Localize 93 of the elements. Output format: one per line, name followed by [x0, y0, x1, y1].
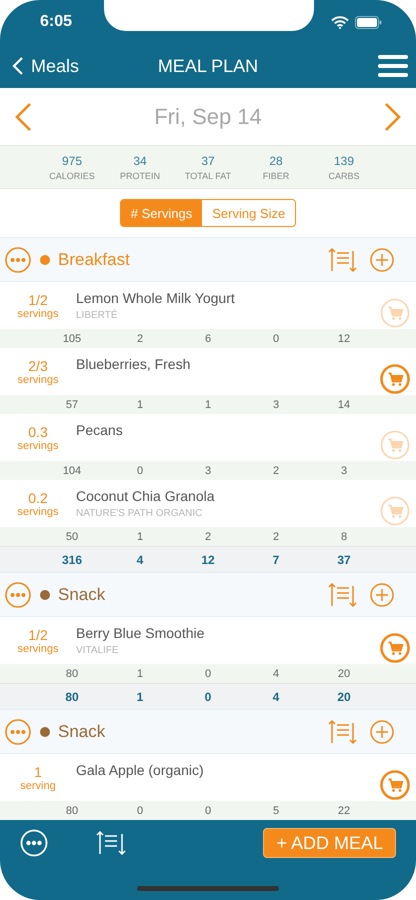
previous-day-icon[interactable] — [14, 102, 32, 132]
nutrient-value: 4 — [272, 668, 280, 680]
summary-value: 139 — [334, 154, 354, 168]
nutrient-value: 6 — [204, 332, 212, 344]
menu-icon[interactable] — [378, 55, 408, 77]
food-name: Gala Apple (organic) — [76, 762, 205, 778]
nutrient-value: 50 — [64, 530, 80, 542]
food-name: Lemon Whole Milk Yogurt — [76, 290, 236, 306]
nutrient-value: 2 — [204, 530, 212, 542]
back-button[interactable]: Meals — [8, 56, 84, 76]
nutrient-value: 0 — [136, 464, 144, 476]
add-meal-button[interactable]: + ADD MEAL — [263, 828, 396, 858]
food-brand: VITALIFE — [76, 645, 120, 656]
meal-total-value: 37 — [336, 552, 352, 566]
nutrient-value: 1 — [136, 530, 144, 542]
back-chevron-icon — [12, 56, 24, 76]
add-icon[interactable] — [370, 582, 394, 606]
serving-amount: 2/3 — [28, 358, 48, 374]
meal-total-value: 316 — [60, 552, 84, 566]
summary-label: CARBS — [328, 170, 360, 180]
meal-total-value: 7 — [272, 552, 280, 566]
meal-name: Snack — [58, 584, 106, 604]
nutrient-value: 20 — [336, 668, 352, 680]
summary-value: 34 — [133, 154, 147, 168]
nutrient-value: 1 — [204, 398, 212, 410]
nutrient-value: 0 — [272, 332, 280, 344]
food-name: Coconut Chia Granola — [76, 488, 216, 504]
screen-title: MEAL PLAN — [158, 56, 258, 76]
meal-total-value: 12 — [200, 552, 216, 566]
meal-total-value: 1 — [136, 690, 144, 704]
nutrient-value: 80 — [64, 668, 80, 680]
sort-icon[interactable] — [96, 830, 128, 856]
nutrient-value: 3 — [340, 464, 348, 476]
summary-label: FIBER — [262, 170, 290, 180]
meal-total-value: 80 — [64, 690, 80, 704]
nutrient-value: 2 — [272, 530, 280, 542]
meal-total-value: 0 — [204, 690, 212, 704]
summary-label: PROTEIN — [120, 170, 160, 180]
nutrient-value: 1 — [136, 668, 144, 680]
date-label: Fri, Sep 14 — [154, 104, 262, 130]
nutrient-value: 57 — [64, 398, 80, 410]
nutrient-value: 0 — [136, 804, 144, 816]
summary-label: CALORIES — [49, 170, 95, 180]
serving-unit: serving — [20, 780, 56, 792]
summary-value: 37 — [201, 154, 215, 168]
nutrient-value: 0 — [204, 668, 212, 680]
serving-amount: 1 — [34, 764, 42, 780]
nutrient-value: 105 — [62, 332, 82, 344]
nutrient-value: 8 — [340, 530, 348, 542]
next-day-icon[interactable] — [384, 102, 402, 132]
nutrient-value: 2 — [272, 464, 280, 476]
serving-amount: 0.3 — [28, 424, 48, 440]
serving-unit: servings — [18, 308, 58, 320]
wifi-icon — [331, 16, 349, 28]
summary-label: TOTAL FAT — [184, 170, 232, 180]
summary-value: 975 — [62, 154, 82, 168]
summary-value: 28 — [269, 154, 283, 168]
meal-total-value: 4 — [272, 690, 280, 704]
serving-unit: servings — [18, 642, 58, 654]
meal-total-value: 20 — [336, 690, 352, 704]
serving-amount: 1/2 — [28, 626, 48, 642]
food-name: Pecans — [76, 422, 124, 438]
nutrient-value: 22 — [336, 804, 352, 816]
nutrient-value: 12 — [336, 332, 352, 344]
add-icon[interactable] — [370, 720, 394, 744]
serving-amount: 0.2 — [28, 490, 48, 506]
cart-icon[interactable] — [380, 770, 410, 800]
nutrient-value: 3 — [204, 464, 212, 476]
cart-icon[interactable] — [380, 364, 410, 394]
serving-amount: 1/2 — [28, 292, 48, 308]
nutrient-value: 1 — [136, 398, 144, 410]
meal-name: Breakfast — [58, 250, 130, 270]
food-name: Berry Blue Smoothie — [76, 625, 206, 641]
meal-name: Snack — [58, 722, 106, 742]
serving-unit: servings — [18, 440, 58, 452]
meal-total-value: 4 — [136, 552, 144, 566]
nutrient-value: 5 — [272, 804, 280, 816]
add-icon[interactable] — [370, 248, 394, 272]
nutrient-value: 80 — [64, 804, 80, 816]
battery-icon — [355, 16, 382, 28]
nutrient-value: 3 — [272, 398, 280, 410]
food-brand: NATURE'S PATH ORGANIC — [76, 508, 204, 519]
food-brand: LIBERTÉ — [76, 310, 118, 321]
food-name: Blueberries, Fresh — [76, 356, 192, 372]
segment-tab[interactable]: # Servings — [120, 200, 202, 226]
nutrient-value: 2 — [136, 332, 144, 344]
nutrient-value: 0 — [204, 804, 212, 816]
serving-unit: servings — [18, 374, 58, 386]
serving-unit: servings — [18, 506, 58, 518]
cart-icon[interactable] — [380, 632, 410, 662]
nutrient-value: 104 — [62, 464, 82, 476]
nutrient-value: 14 — [336, 398, 352, 410]
status-time: 6:05 — [40, 13, 72, 31]
